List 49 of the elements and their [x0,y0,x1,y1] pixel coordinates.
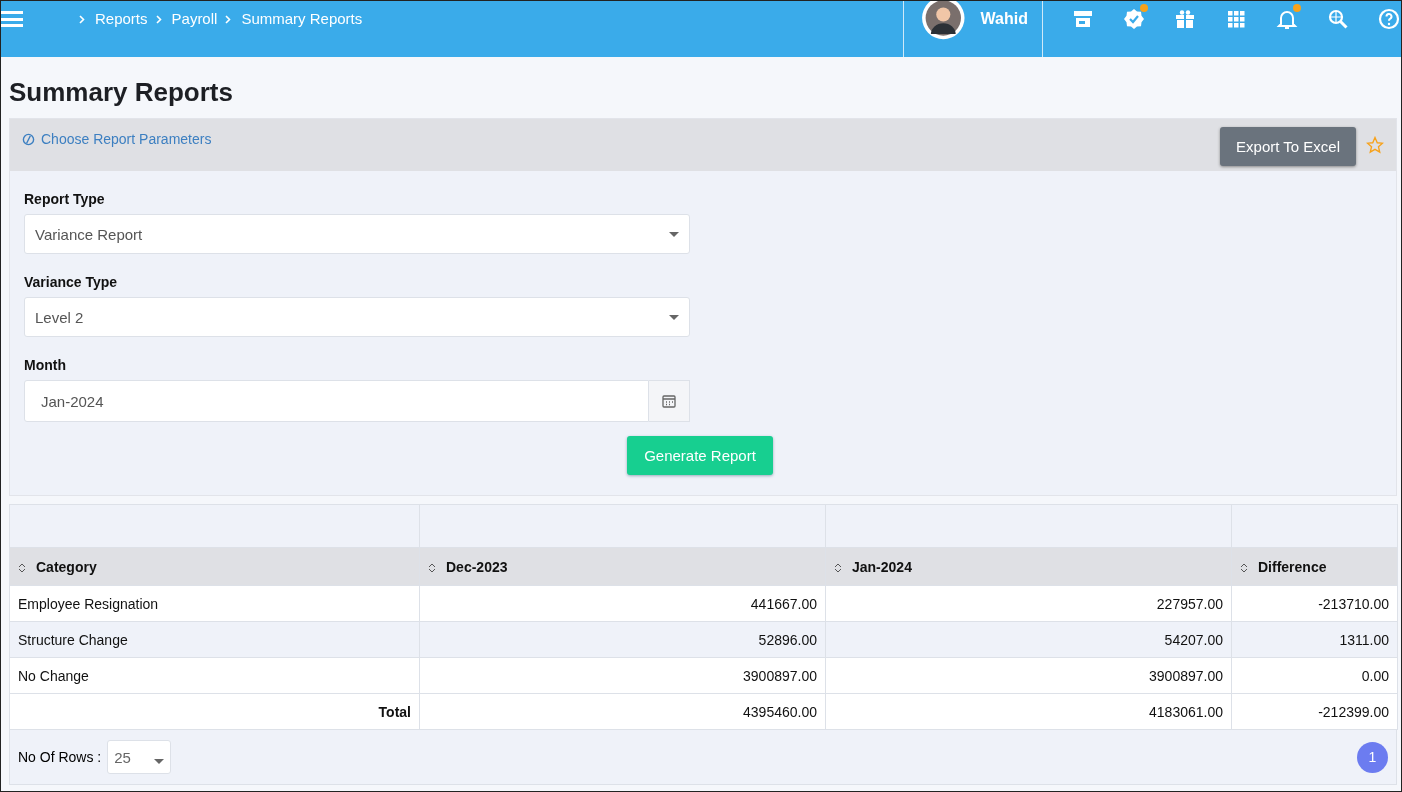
select-field[interactable]: Variance Report [24,214,690,254]
star-icon[interactable] [1366,136,1384,154]
sort-icon[interactable] [18,562,26,573]
export-button[interactable]: Export To Excel [1220,127,1356,166]
notification-dot [1140,4,1148,12]
rows-select[interactable]: 25 [107,740,172,774]
sort-icon[interactable] [1240,562,1248,573]
globe-search-icon[interactable] [1326,7,1350,31]
table-cell: No Change [9,657,420,694]
table-cell: 54207.00 [825,621,1232,658]
select-field[interactable]: Level 2 [24,297,690,337]
total-cell: 4183061.00 [825,693,1232,730]
table-cell: -213710.00 [1231,585,1398,622]
chevron-icon [79,15,85,24]
table-cell: 3900897.00 [825,657,1232,694]
table-cell: Employee Resignation [9,585,420,622]
date-field[interactable]: Jan-2024 [24,380,649,422]
menu-icon[interactable] [1,11,23,27]
help-icon[interactable] [1377,7,1401,31]
page-button[interactable]: 1 [1357,741,1388,773]
field-label: Variance Type [24,274,119,290]
calendar-icon[interactable] [662,394,676,408]
table-cell: 52896.00 [419,621,826,658]
gift-icon[interactable] [1173,7,1197,31]
chevron-icon [155,15,162,24]
sort-icon[interactable] [834,562,842,573]
table-cell: 441667.00 [419,585,826,622]
table-cell: 227957.00 [825,585,1232,622]
total-label: Total [9,693,420,730]
column-header[interactable]: Jan-2024 [825,547,1232,586]
calendar-button[interactable] [649,380,690,422]
chevron-icon [225,15,232,24]
page-title: Summary Reports [9,77,234,108]
table-cell: Structure Change [9,621,420,658]
table-cell: 1311.00 [1231,621,1398,658]
total-cell: -212399.00 [1231,693,1398,730]
notification-dot [1293,4,1301,12]
field-label: Report Type [24,191,106,207]
column-header[interactable]: Dec-2023 [419,547,826,586]
table-cell: 3900897.00 [419,657,826,694]
verified-icon[interactable] [1122,7,1146,31]
panel-title[interactable]: Choose Report Parameters [41,131,212,147]
total-cell: 4395460.00 [419,693,826,730]
table-cell: 0.00 [1231,657,1398,694]
sort-icon[interactable] [428,562,436,573]
column-header[interactable]: Category [9,547,420,586]
column-header[interactable]: Difference [1231,547,1398,586]
rows-label: No Of Rows : [18,749,102,765]
field-label: Month [24,357,67,373]
